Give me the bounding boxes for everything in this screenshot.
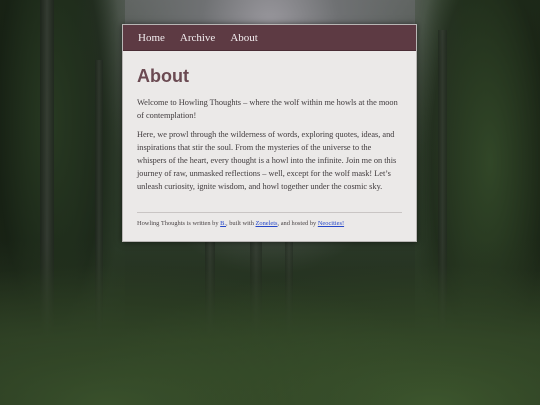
tree-trunk <box>205 240 215 405</box>
tree-trunk <box>285 240 293 405</box>
footer-divider <box>137 212 402 213</box>
forest-right-trees <box>415 0 540 405</box>
tree-trunk <box>438 30 447 405</box>
forest-left-trees <box>0 0 125 405</box>
page-title: About <box>137 66 189 86</box>
tree-trunk <box>40 0 54 405</box>
forest-undergrowth <box>0 240 540 405</box>
about-card: Home Archive About About Welcome to Howl… <box>122 24 417 242</box>
description-paragraph: Here, we prowl through the wilderness of… <box>137 130 397 191</box>
footer-text: , and hosted by <box>277 220 318 227</box>
footer-text: , built with <box>226 220 256 227</box>
nav-archive-link[interactable]: Archive <box>180 32 215 44</box>
intro-paragraph: Welcome to Howling Thoughts – where the … <box>137 98 398 120</box>
nav-home-link[interactable]: Home <box>138 32 165 44</box>
nav-about-link[interactable]: About <box>230 32 258 44</box>
footer: Howling Thoughts is written by B., built… <box>137 220 402 227</box>
zonelets-link[interactable]: Zonelets <box>256 220 278 227</box>
footer-text: Howling Thoughts is written by <box>137 220 221 227</box>
neocities-link[interactable]: Neocities! <box>318 220 344 227</box>
tree-trunk <box>95 60 103 405</box>
main-content: About Welcome to Howling Thoughts – wher… <box>123 51 416 227</box>
tree-trunk <box>250 240 262 405</box>
top-nav: Home Archive About <box>123 25 416 51</box>
